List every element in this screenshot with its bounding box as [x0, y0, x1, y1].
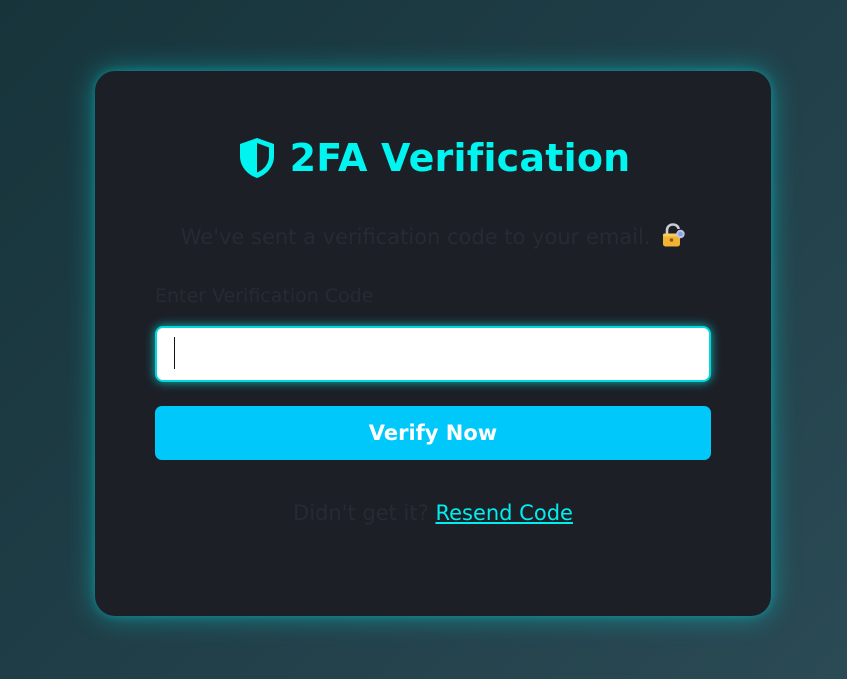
subtitle-text: We've sent a verification code to your e… [180, 225, 651, 249]
resend-code-link[interactable]: Resend Code [435, 501, 573, 525]
resend-prompt: Didn't get it? [293, 501, 429, 525]
shield-icon [236, 136, 278, 180]
verification-card: 2FA Verification We've sent a verificati… [95, 71, 771, 616]
resend-row: Didn't get it? Resend Code [95, 501, 771, 525]
title-row: 2FA Verification [95, 131, 771, 185]
subtitle: We've sent a verification code to your e… [95, 223, 771, 249]
verification-code-input[interactable] [155, 326, 711, 382]
page-title: 2FA Verification [289, 136, 631, 180]
code-field-label: Enter Verification Code [155, 285, 374, 307]
verify-now-button[interactable]: Verify Now [155, 406, 711, 460]
lock-icon [661, 223, 685, 249]
text-caret [174, 337, 175, 369]
